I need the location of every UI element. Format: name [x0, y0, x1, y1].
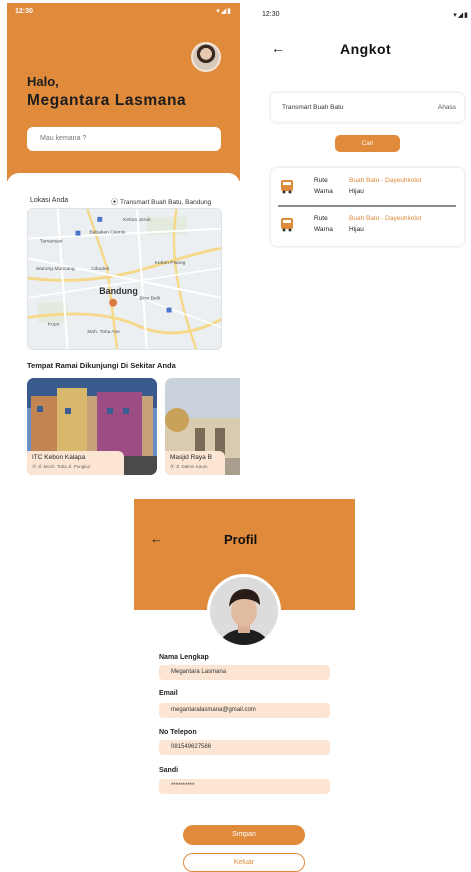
back-arrow-icon[interactable]: ← [150, 531, 163, 546]
svg-text:Kopo: Kopo [48, 321, 60, 327]
status-icons: ▾◢▮ [453, 11, 469, 19]
route-from: Transmart Buah Batu [282, 104, 344, 111]
avatar[interactable] [191, 42, 221, 72]
location-label: Lokasi Anda [30, 197, 69, 204]
password-field[interactable]: ********** [159, 779, 330, 794]
back-arrow-icon[interactable]: ← [271, 40, 285, 56]
place-name: Masjid Raya B [170, 454, 212, 461]
place-caption: ITC Kebon Kalapa ⦿ Jl. Moch. Toha Jl. Pu… [27, 451, 124, 475]
route-value: Buah Batu - Dayeuhkolot [349, 215, 422, 222]
svg-text:Kebon Jeruk: Kebon Jeruk [123, 217, 151, 223]
profil-screen: ← Profil Nama Lengkap Megantara Lasmana … [134, 499, 355, 872]
location-pin-icon: ⦿ [111, 199, 118, 206]
phone-field[interactable]: 081549627586 [159, 740, 330, 755]
field-label-email: Email [159, 690, 178, 697]
map-graphic: Tamansari Babakan Ciamis Kebon Jeruk War… [28, 209, 221, 349]
field-label-name: Nama Lengkap [159, 654, 209, 661]
battery-icon: ▮ [227, 8, 232, 15]
email-field[interactable]: megantaralasmana@gmail.com [159, 703, 330, 718]
status-time: 12:30 [15, 8, 33, 15]
svg-text:Babakan Ciamis: Babakan Ciamis [89, 230, 125, 236]
results-list: Rute Buah Batu - Dayeuhkolot Warna Hijau… [271, 168, 464, 246]
svg-text:Kebon Pisang: Kebon Pisang [155, 260, 186, 266]
result-item[interactable]: Rute Buah Batu - Dayeuhkolot Warna Hijau [271, 208, 464, 244]
svg-text:Cikudek: Cikudek [91, 266, 109, 272]
section-title: Tempat Ramai Dikunjungi Di Sekitar Anda [27, 361, 176, 370]
place-address: ⦿ Jl. Dalem Kaum [170, 464, 208, 469]
name-field[interactable]: Megantara Lasmana [159, 665, 330, 680]
logout-button[interactable]: Keluar [183, 853, 305, 872]
field-label-password: Sandi [159, 767, 179, 774]
home-screen: 12:30 ▾◢▮ Halo, Megantara Lasmana Mau ke… [7, 3, 240, 481]
bus-icon [281, 218, 293, 232]
place-card-2[interactable]: Masjid Raya B ⦿ Jl. Dalem Kaum [165, 378, 240, 475]
route-value: Buah Batu - Dayeuhkolot [349, 177, 422, 184]
map-view[interactable]: Tamansari Babakan Ciamis Kebon Jeruk War… [27, 208, 222, 350]
route-label: Rute [314, 177, 328, 184]
color-label: Warna [314, 188, 333, 195]
search-button[interactable]: Cari [335, 135, 400, 152]
svg-text:Moh. Toha Ave: Moh. Toha Ave [87, 329, 120, 335]
svg-text:Tamansari: Tamansari [40, 239, 63, 245]
place-address: ⦿ Jl. Moch. Toha Jl. Pungkur [32, 464, 91, 469]
place-card-1[interactable]: ITC Kebon Kalapa ⦿ Jl. Moch. Toha Jl. Pu… [27, 378, 157, 475]
svg-text:Bandung: Bandung [99, 286, 138, 296]
svg-text:Warung Muncang: Warung Muncang [36, 266, 75, 272]
save-button[interactable]: Simpan [183, 825, 305, 845]
result-item[interactable]: Rute Buah Batu - Dayeuhkolot Warna Hijau [271, 170, 464, 206]
page-title: Angkot [340, 41, 392, 57]
status-time: 12:30 [262, 11, 280, 18]
status-icons: ▾◢▮ [216, 7, 232, 15]
page-title: Profil [224, 532, 258, 547]
location-text: Transmart Buah Batu, Bandung [120, 199, 212, 206]
color-label: Warna [314, 226, 333, 233]
color-value: Hijau [349, 226, 364, 233]
route-input[interactable]: Transmart Buah Batu Ahass [271, 93, 464, 122]
place-caption: Masjid Raya B ⦿ Jl. Dalem Kaum [165, 451, 225, 475]
greeting: Halo, [27, 74, 59, 89]
profile-photo[interactable] [207, 574, 281, 648]
battery-icon: ▮ [464, 12, 469, 19]
route-to: Ahass [437, 104, 456, 111]
place-name: ITC Kebon Kalapa [32, 454, 86, 461]
color-value: Hijau [349, 188, 364, 195]
profile-photo-graphic [210, 577, 278, 645]
user-name: Megantara Lasmana [27, 92, 187, 109]
search-input[interactable]: Mau kemana ? [27, 127, 221, 151]
field-label-phone: No Telepon [159, 729, 197, 736]
svg-text:Jikre Belti: Jikre Belti [139, 296, 160, 302]
angkot-screen: 12:30 ▾◢▮ ← Angkot Transmart Buah Batu A… [258, 3, 471, 253]
bus-icon [281, 180, 293, 194]
route-label: Rute [314, 215, 328, 222]
location-value: ⦿ Transmart Buah Batu, Bandung [111, 197, 211, 207]
divider [278, 205, 456, 207]
